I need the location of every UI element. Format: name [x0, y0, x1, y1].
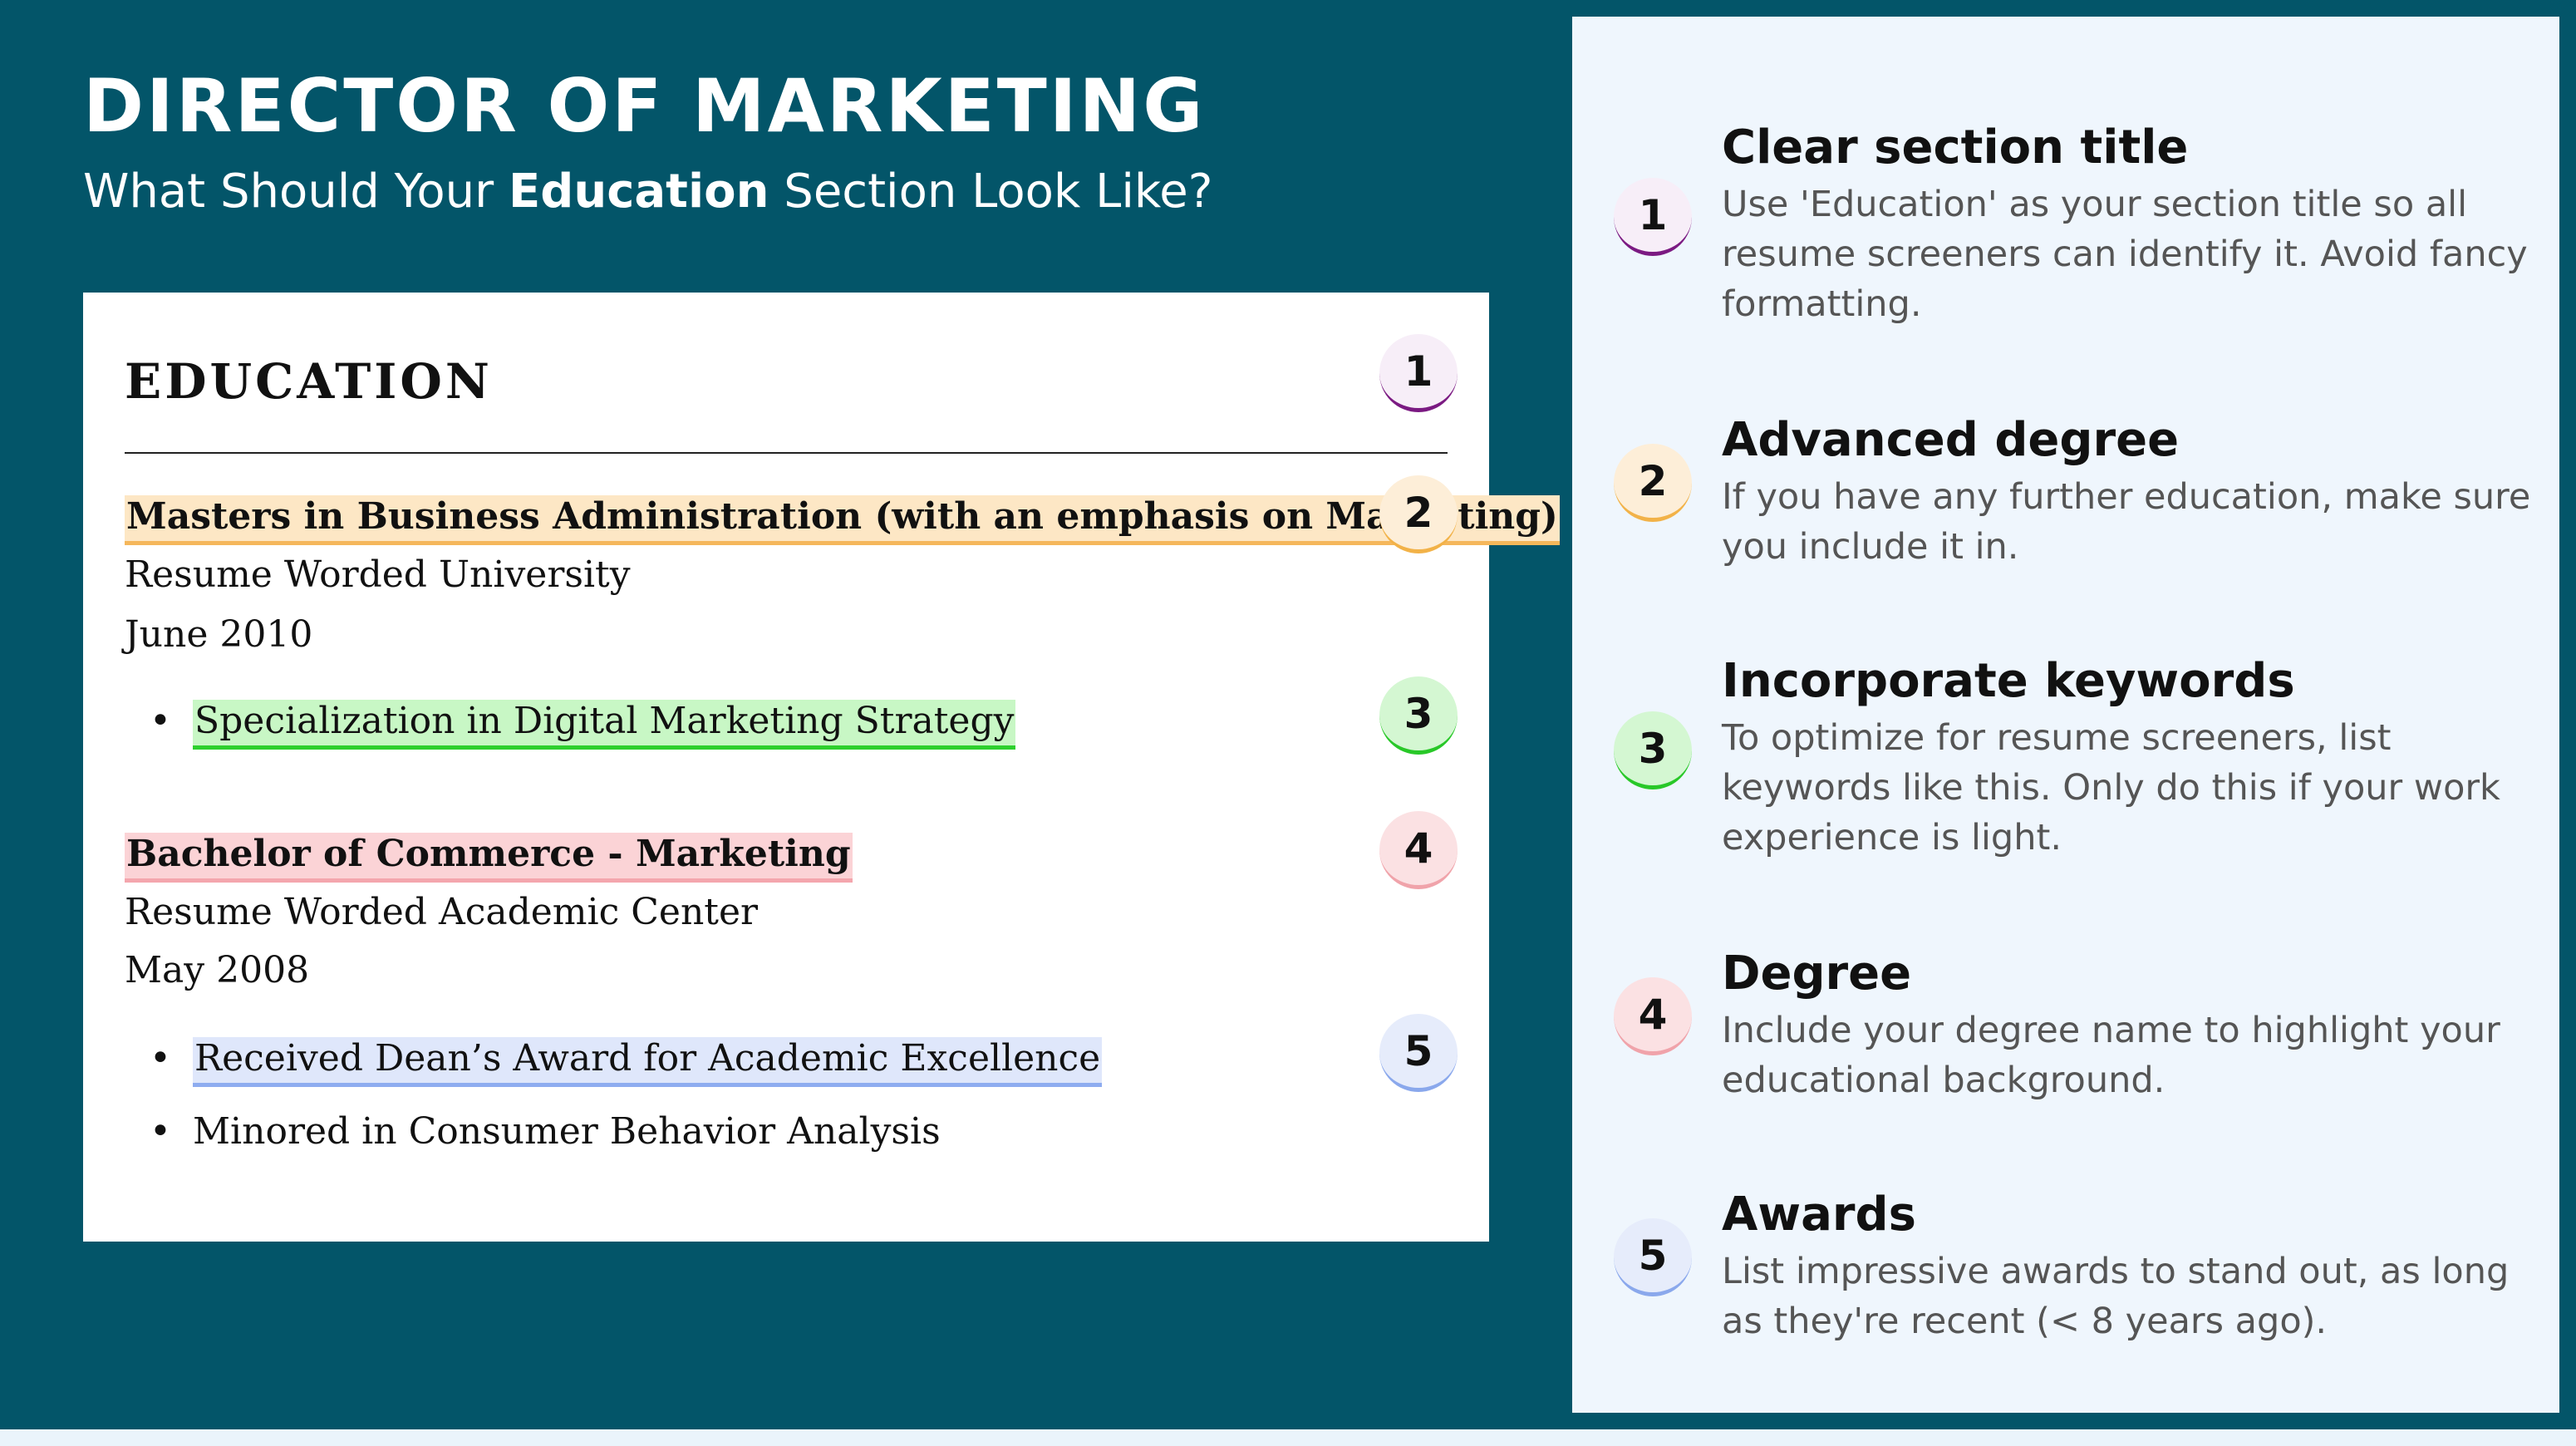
- subtitle-emphasis: Education: [508, 165, 769, 219]
- tip-title: Clear section title: [1722, 120, 2189, 175]
- tip-description: List impressive awards to stand out, as …: [1722, 1251, 2510, 1342]
- subtitle-suffix: Section Look Like?: [769, 165, 1213, 219]
- degree-1-bullet-1: • Specialization in Digital Marketing Str…: [150, 700, 1016, 750]
- degree-2-school: Resume Worded Academic Center: [125, 891, 759, 933]
- subtitle-prefix: What Should Your: [83, 165, 509, 219]
- tip-title: Incorporate keywords: [1722, 654, 2295, 708]
- tip-badge-4: 4: [1614, 977, 1692, 1055]
- tip-title: Advanced degree: [1722, 413, 2180, 467]
- tip-badge-1: 1: [1614, 178, 1692, 256]
- tips-panel: Clear section title 1 Use 'Education' as…: [1572, 17, 2559, 1413]
- tip-badge-5: 5: [1614, 1218, 1692, 1296]
- tip-badge-2: 2: [1614, 444, 1692, 522]
- bullet-dot: •: [150, 700, 171, 742]
- degree-2-bullet-1: • Received Dean’s Award for Academic Exce…: [150, 1037, 1103, 1087]
- tip-badge-3: 3: [1614, 711, 1692, 789]
- degree-2-highlight: Bachelor of Commerce - Marketing: [125, 833, 853, 883]
- tip-description: Include your degree name to highlight yo…: [1722, 1010, 2500, 1101]
- degree-1-name: Masters in Business Administration (with…: [125, 495, 1560, 545]
- bottom-strip: [0, 1429, 2576, 1446]
- tip-description: Use 'Education' as your section title so…: [1722, 184, 2528, 325]
- degree-1-school: Resume Worded University: [125, 553, 631, 596]
- keyword-highlight: Specialization in Digital Marketing Stra…: [193, 700, 1016, 750]
- tip-title: Degree: [1722, 947, 1912, 1001]
- degree-2-bullet-2: • Minored in Consumer Behavior Analysis: [150, 1110, 941, 1153]
- degree-2-date: May 2008: [125, 949, 310, 991]
- degree-1-date: June 2010: [125, 613, 313, 656]
- page-subtitle: What Should Your Education Section Look …: [83, 166, 1212, 218]
- badge-2: 2: [1379, 475, 1458, 553]
- bullet-dot: •: [150, 1110, 171, 1153]
- tip-title: Awards: [1722, 1188, 1916, 1242]
- tip-description: To optimize for resume screeners, list k…: [1722, 717, 2500, 858]
- page-title: DIRECTOR OF MARKETING: [83, 63, 1206, 149]
- badge-5: 5: [1379, 1014, 1458, 1092]
- badge-4: 4: [1379, 811, 1458, 889]
- degree-2-name: Bachelor of Commerce - Marketing: [125, 833, 853, 883]
- section-divider: [125, 452, 1448, 454]
- badge-1: 1: [1379, 334, 1458, 412]
- tip-description: If you have any further education, make …: [1722, 476, 2531, 568]
- badge-3: 3: [1379, 676, 1458, 755]
- degree-1-highlight: Masters in Business Administration (with…: [125, 495, 1560, 545]
- bullet-dot: •: [150, 1037, 171, 1080]
- award-highlight: Received Dean’s Award for Academic Excel…: [193, 1037, 1103, 1087]
- resume-example-card: EDUCATION 1 Masters in Business Administ…: [83, 293, 1560, 1242]
- education-section-title: EDUCATION: [125, 353, 493, 410]
- bullet-text: Minored in Consumer Behavior Analysis: [193, 1110, 941, 1153]
